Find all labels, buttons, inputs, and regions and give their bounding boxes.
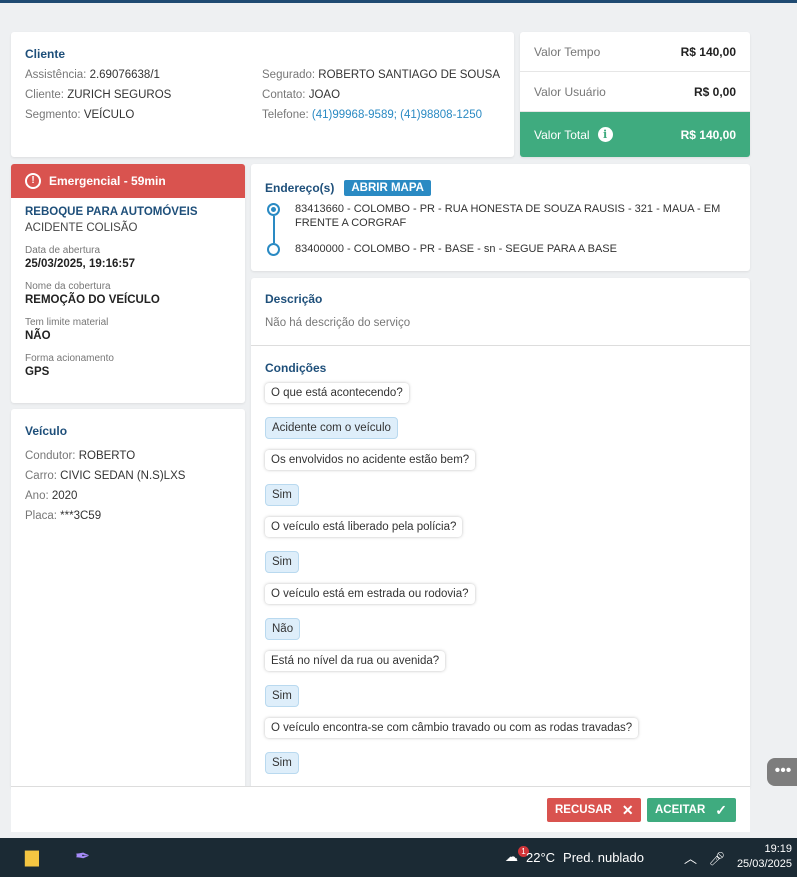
field-value: GPS bbox=[25, 366, 50, 378]
field-label: Tem limite material bbox=[25, 317, 109, 328]
conditions-list: O que está acontecendo? Acidente com o v… bbox=[265, 383, 736, 785]
service-subtype: ACIDENTE COLISÃO bbox=[25, 222, 138, 234]
client-card: Cliente Assistência: 2.69076638/1 Client… bbox=[11, 32, 514, 157]
assistencia-value: 2.69076638/1 bbox=[89, 69, 160, 81]
condition-answer: Não bbox=[265, 617, 301, 640]
condition-answer: Sim bbox=[265, 684, 299, 707]
cloud-icon: ☁ bbox=[505, 849, 518, 864]
emergency-banner: ! Emergencial - 59min bbox=[11, 164, 245, 198]
ano-row: Ano: 2020 bbox=[25, 490, 78, 502]
contato-value: JOAO bbox=[308, 89, 341, 101]
service-card: ! Emergencial - 59min REBOQUE PARA AUTOM… bbox=[11, 164, 245, 403]
close-icon: ✕ bbox=[621, 801, 634, 818]
condition-question: Está no nível da rua ou avenida? bbox=[265, 651, 446, 671]
client-title: Cliente bbox=[25, 47, 66, 61]
field-value: NÃO bbox=[25, 330, 51, 342]
carro-row: Carro: CIVIC SEDAN (N.S)LXS bbox=[25, 470, 186, 482]
condition-question: O veículo está em estrada ou rodovia? bbox=[265, 584, 475, 604]
telefone-row: Telefone: (41)99968-9589; (41)98808-1250 bbox=[262, 109, 482, 121]
taskbar: ▆ ✒ 1 ☁ 22°C Pred. nublado ︿ 🎤︎ 19:19 25… bbox=[0, 838, 797, 877]
valor-usuario-amount: R$ 0,00 bbox=[693, 84, 736, 99]
assistencia-row: Assistência: 2.69076638/1 bbox=[25, 69, 160, 81]
condutor-row: Condutor: ROBERTO bbox=[25, 450, 136, 462]
valor-tempo-row: Valor Tempo R$ 140,00 bbox=[520, 32, 750, 72]
top-bar bbox=[0, 0, 797, 3]
field-label: Nome da cobertura bbox=[25, 281, 111, 292]
contato-row: Contato: JOAO bbox=[262, 89, 341, 101]
vehicle-card: Veículo Condutor: ROBERTO Carro: CIVIC S… bbox=[11, 409, 245, 789]
valor-tempo-amount: R$ 140,00 bbox=[680, 44, 736, 59]
field-label: Forma acionamento bbox=[25, 353, 114, 364]
accept-button[interactable]: ACEITAR ✓ bbox=[647, 798, 736, 822]
segmento-value: VEÍCULO bbox=[83, 109, 135, 121]
field-value: 25/03/2025, 19:16:57 bbox=[25, 258, 135, 270]
clock[interactable]: 19:19 25/03/2025 bbox=[737, 842, 792, 872]
condition-answer: Sim bbox=[265, 550, 299, 573]
destination-marker-icon bbox=[267, 243, 280, 256]
chevron-up-icon[interactable]: ︿ bbox=[684, 851, 697, 866]
valor-total-amount: R$ 140,00 bbox=[680, 127, 736, 142]
address-title: Endereço(s) bbox=[265, 181, 335, 195]
condition-question: O que está acontecendo? bbox=[265, 383, 409, 403]
segmento-row: Segmento: VEÍCULO bbox=[25, 109, 135, 121]
system-tray: ︿ 🎤︎ bbox=[684, 848, 725, 867]
address-card: Endereço(s) ABRIR MAPA 83413660 - COLOMB… bbox=[251, 164, 750, 271]
description-title: Descrição bbox=[265, 292, 323, 306]
segurado-row: Segurado: ROBERTO SANTIAGO DE SOUSA bbox=[262, 69, 500, 81]
description-card[interactable]: Descrição Não há descrição do serviço Co… bbox=[251, 278, 750, 789]
placa-row: Placa: ***3C59 bbox=[25, 510, 102, 522]
condition-question: O veículo está liberado pela polícia? bbox=[265, 517, 463, 537]
vehicle-title: Veículo bbox=[25, 424, 68, 438]
condition-question: Os envolvidos no acidente estão bem? bbox=[265, 450, 476, 470]
weather-widget[interactable]: ☁ 22°C Pred. nublado bbox=[505, 849, 644, 865]
alert-icon: ! bbox=[25, 173, 41, 189]
condition-answer: Sim bbox=[265, 751, 299, 774]
values-card: Valor Tempo R$ 140,00 Valor Usuário R$ 0… bbox=[520, 32, 750, 157]
condition-answer: Sim bbox=[265, 483, 299, 506]
info-icon[interactable]: i bbox=[597, 127, 613, 142]
microphone-icon[interactable]: 🎤︎ bbox=[709, 851, 726, 866]
service-type: REBOQUE PARA AUTOMÓVEIS bbox=[25, 206, 198, 218]
valor-usuario-row: Valor Usuário R$ 0,00 bbox=[520, 72, 750, 112]
cliente-value: ZURICH SEGUROS bbox=[67, 89, 172, 101]
action-footer: RECUSAR ✕ ACEITAR ✓ bbox=[11, 786, 750, 832]
check-icon: ✓ bbox=[715, 801, 727, 818]
feather-app-icon[interactable]: ✒ bbox=[75, 846, 90, 867]
cliente-row: Cliente: ZURICH SEGUROS bbox=[25, 89, 172, 101]
conditions-title: Condições bbox=[265, 361, 327, 375]
refuse-button[interactable]: RECUSAR ✕ bbox=[547, 798, 641, 822]
condition-answer: Acidente com o veículo bbox=[265, 416, 398, 439]
file-explorer-icon[interactable]: ▆ bbox=[25, 846, 39, 867]
open-map-button[interactable]: ABRIR MAPA bbox=[344, 180, 431, 196]
field-label: Data de abertura bbox=[25, 245, 101, 256]
valor-total-row: Valor Total i R$ 140,00 bbox=[520, 112, 750, 157]
segurado-value: ROBERTO SANTIAGO DE SOUSA bbox=[318, 69, 500, 81]
origin-address: 83413660 - COLOMBO - PR - RUA HONESTA DE… bbox=[265, 202, 736, 230]
field-value: REMOÇÃO DO VEÍCULO bbox=[25, 294, 160, 306]
condition-question: O veículo encontra-se com câmbio travado… bbox=[265, 718, 639, 738]
telefone-link[interactable]: (41)99968-9589; (41)98808-1250 bbox=[312, 109, 482, 121]
destination-address: 83400000 - COLOMBO - PR - BASE - sn - SE… bbox=[265, 242, 736, 256]
description-text: Não há descrição do serviço bbox=[265, 317, 411, 329]
chat-icon[interactable]: ••• bbox=[767, 758, 797, 786]
origin-marker-icon bbox=[267, 203, 280, 216]
